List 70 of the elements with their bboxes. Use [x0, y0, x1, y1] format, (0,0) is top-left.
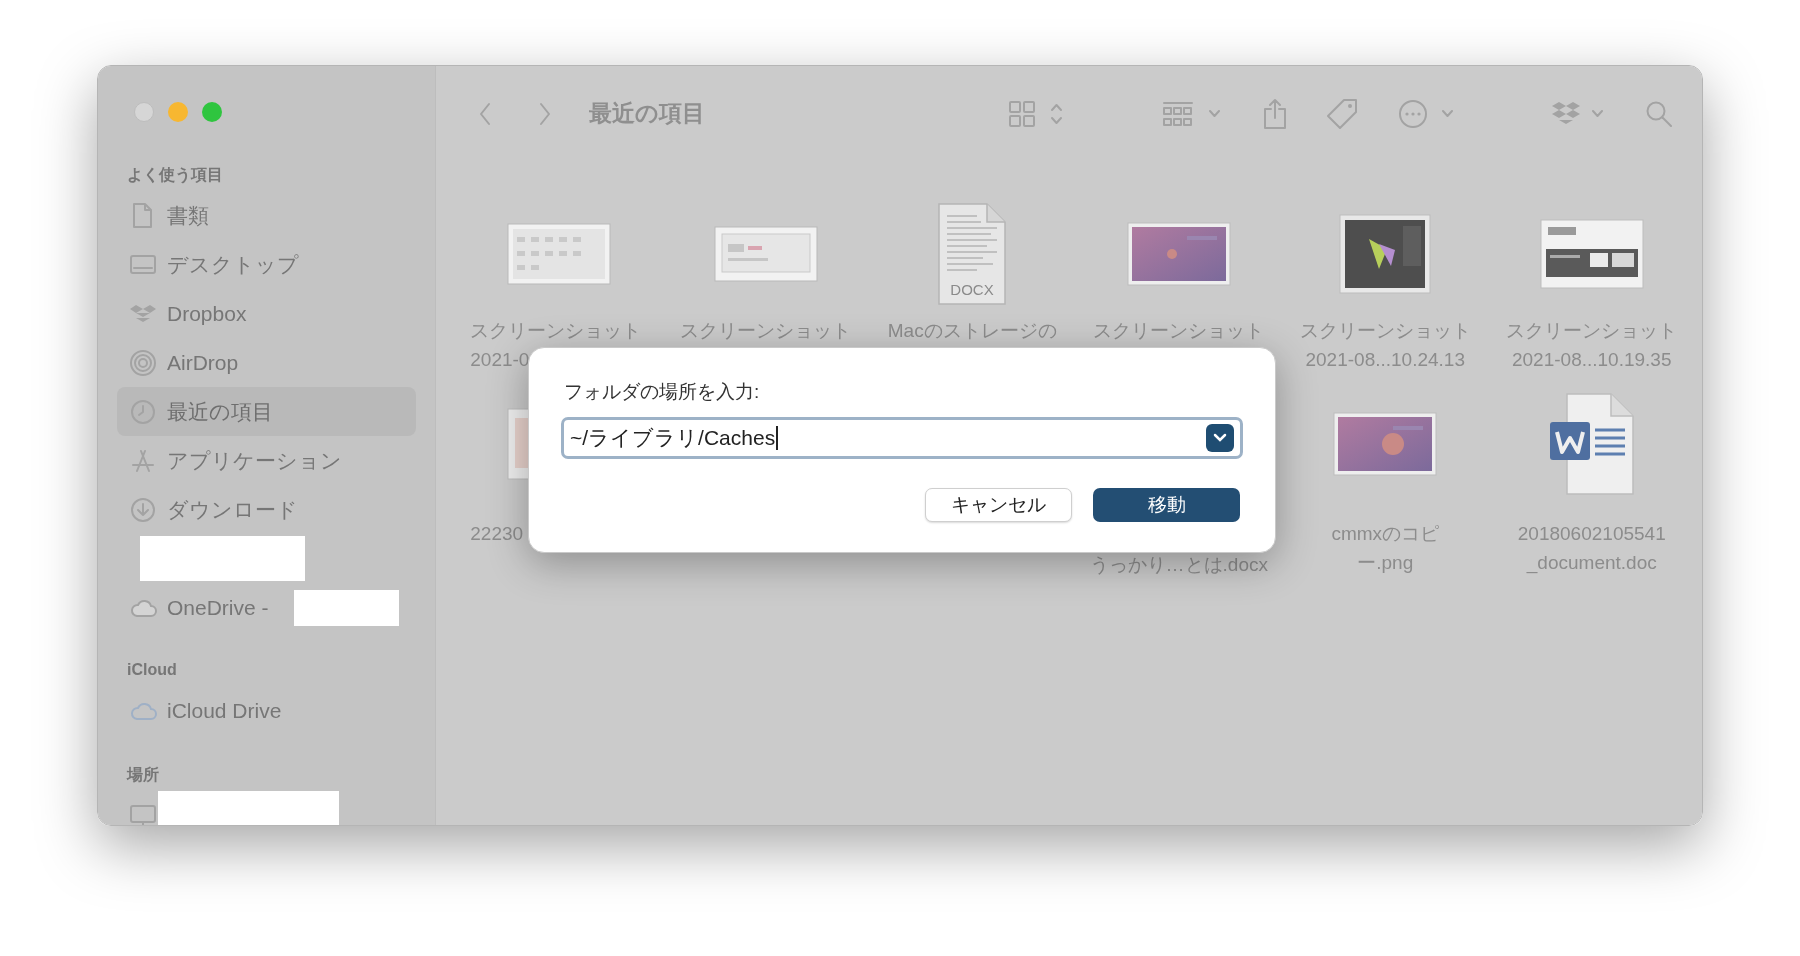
file-name: 20180602105541 [1517, 522, 1666, 546]
screenshot-thumbnail[interactable] [713, 225, 818, 282]
file-name: Macのストレージの [887, 319, 1057, 343]
dropdown-button[interactable] [1206, 424, 1234, 452]
file-type-label: DOCX [950, 280, 994, 298]
sidebar-label: Dropbox [167, 300, 247, 327]
sidebar-label: 書類 [167, 202, 209, 229]
sidebar-label: iCloud Drive [167, 697, 282, 724]
close-button[interactable] [134, 102, 154, 122]
zoom-button[interactable] [202, 102, 222, 122]
file-name: 22230 [470, 522, 524, 546]
screenshot-thumbnail[interactable] [1539, 218, 1644, 289]
download-icon [129, 495, 157, 524]
screenshot-thumbnail[interactable] [1339, 213, 1432, 294]
grid-view-icon[interactable] [1009, 100, 1035, 127]
tag-icon[interactable] [1326, 97, 1358, 130]
chevron-down-icon[interactable] [1442, 109, 1453, 118]
move-button[interactable]: 移動 [1093, 488, 1240, 522]
forward-icon[interactable] [539, 101, 551, 126]
file-name: 2021-0 [470, 348, 530, 372]
document-icon[interactable]: DOCX [937, 201, 1008, 306]
screenshot-thumbnail[interactable] [1126, 221, 1231, 286]
sidebar-item[interactable]: デスクトップ [117, 240, 416, 289]
screenshot-thumbnail[interactable] [507, 222, 612, 285]
cancel-button[interactable]: キャンセル [925, 488, 1072, 522]
section-header: 場所 [125, 765, 160, 785]
file-name: スクリーンショット [1506, 319, 1678, 343]
file-name: ー.png [1357, 551, 1414, 575]
file-name: 2021-08...10.19.35 [1512, 348, 1672, 372]
more-icon[interactable] [1398, 98, 1428, 129]
sidebar-item[interactable]: 書類 [117, 191, 416, 240]
sidebar-label: アプリケーション [167, 447, 342, 474]
sidebar-label: 最近の項目 [167, 398, 273, 425]
field-label: フォルダの場所を入力: [564, 380, 760, 404]
sidebar-label: OneDrive - [167, 594, 269, 621]
box-icon[interactable] [1551, 100, 1581, 127]
chevron-down-icon [1213, 433, 1227, 443]
file-name: スクリーンショット [1299, 319, 1471, 343]
sidebar-label: デスクトップ [167, 251, 299, 278]
chevron-down-icon[interactable] [1209, 109, 1220, 118]
path-input-field[interactable]: ~/ライブラリ/Caches [561, 417, 1243, 459]
back-icon[interactable] [479, 101, 491, 126]
file-name: 2021-08...10.24.13 [1305, 348, 1465, 372]
search-icon[interactable] [1646, 100, 1672, 127]
screenshot-thumbnail[interactable] [1333, 411, 1438, 476]
sidebar-item[interactable]: OneDrive - [117, 583, 416, 632]
sidebar-item[interactable]: AirDrop [117, 338, 416, 387]
sidebar-item[interactable]: アプリケーション [117, 436, 416, 485]
section-header: iCloud [126, 660, 178, 680]
file-name: うっかり…とは.docx [1089, 553, 1268, 577]
chevron-down-icon[interactable] [1592, 109, 1603, 118]
sidebar-label: ダウンロード [167, 496, 298, 523]
file-name: スクリーンショット [680, 319, 852, 343]
up-down-chevron-icon[interactable] [1051, 101, 1062, 126]
file-name: _document.doc [1526, 551, 1657, 576]
window-title: 最近の項目 [589, 99, 706, 129]
signal-rings-icon [129, 348, 157, 377]
sidebar-item[interactable]: ダウンロード [117, 485, 416, 534]
group-icon[interactable] [1163, 100, 1193, 127]
section-header: よく使う項目 [126, 165, 224, 186]
file-name: スクリーンショット [470, 319, 642, 343]
file-name: cmmxのコピ [1331, 522, 1440, 546]
minimize-button[interactable] [168, 102, 188, 122]
share-icon[interactable] [1263, 97, 1287, 130]
sidebar-item[interactable]: Dropbox [117, 289, 416, 338]
text-cursor [776, 426, 779, 450]
file-name: スクリーンショット [1093, 319, 1265, 343]
sidebar-item[interactable]: 最近の項目 [117, 387, 416, 436]
sidebar-label: AirDrop [167, 349, 239, 376]
sidebar-item[interactable]: iCloud Drive [117, 686, 416, 735]
